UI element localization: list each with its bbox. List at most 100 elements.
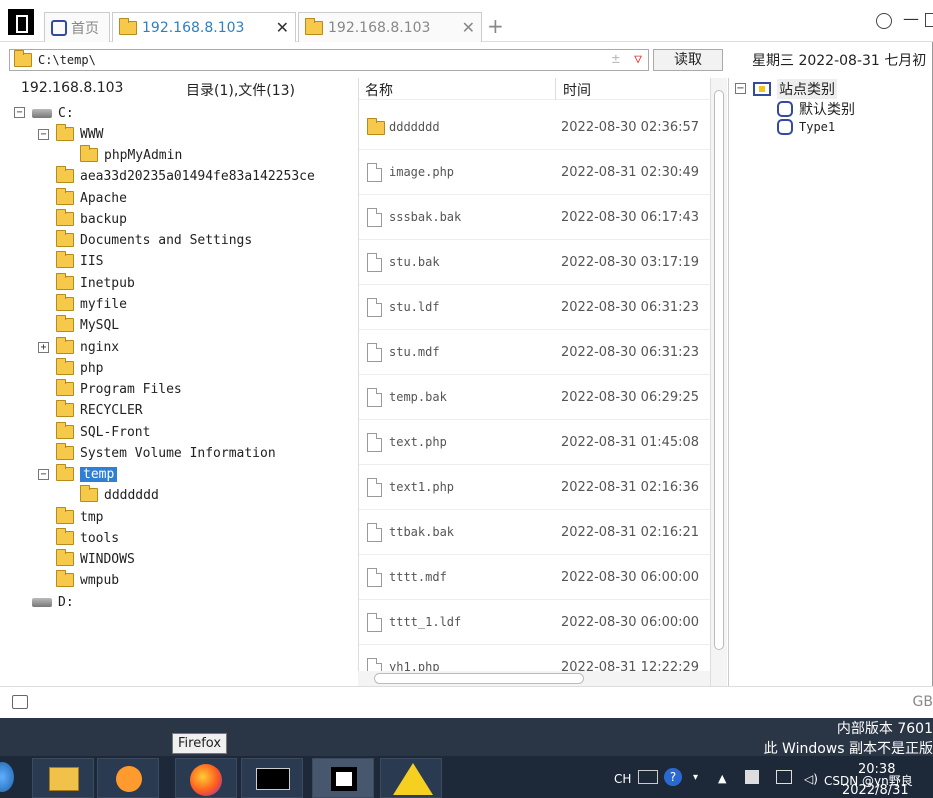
- chevron-up-icon[interactable]: ▲: [718, 772, 726, 785]
- add-tab-button[interactable]: +: [487, 14, 504, 38]
- chevron-down-icon[interactable]: ▽: [634, 52, 642, 67]
- file-row[interactable]: ddddddd 2022-08-30 02:36:57: [359, 105, 710, 150]
- category-icon: [753, 82, 771, 96]
- tree-item-windows[interactable]: WINDOWS: [56, 549, 135, 569]
- path-text: C:\temp\: [38, 53, 96, 67]
- file-row[interactable]: text.php 2022-08-31 01:45:08: [359, 420, 710, 465]
- minimize-button[interactable]: —: [903, 9, 919, 28]
- volume-icon[interactable]: ◁): [804, 772, 818, 786]
- tree-item-tmp[interactable]: tmp: [56, 507, 103, 527]
- window-icon[interactable]: [12, 695, 28, 709]
- folder-icon: [56, 507, 74, 524]
- tree-item-program-files[interactable]: Program Files: [56, 379, 182, 399]
- horizontal-scrollbar[interactable]: [358, 671, 710, 686]
- close-tab-icon[interactable]: ✕: [276, 18, 289, 37]
- tree-item-backup[interactable]: backup: [56, 209, 127, 229]
- tree-item-apache[interactable]: Apache: [56, 188, 127, 208]
- keyboard-icon[interactable]: [638, 770, 658, 784]
- category-type1[interactable]: Type1: [777, 119, 835, 135]
- collapse-icon[interactable]: −: [14, 107, 25, 118]
- vertical-scrollbar[interactable]: [710, 78, 727, 686]
- file-row[interactable]: tttt_1.ldf 2022-08-30 06:00:00: [359, 600, 710, 645]
- tree-item-documents[interactable]: Documents and Settings: [56, 230, 252, 250]
- file-icon: [367, 163, 382, 182]
- tree-item-inetpub[interactable]: Inetpub: [56, 273, 135, 293]
- tab-site-2[interactable]: 192.168.8.103 ✕: [298, 12, 482, 42]
- tree-item-label: aea33d20235a01494fe83a142253ce: [80, 168, 315, 184]
- tab-home[interactable]: 首页: [44, 12, 110, 42]
- tab-home-label: 首页: [71, 20, 99, 37]
- file-row[interactable]: stu.bak 2022-08-30 03:17:19: [359, 240, 710, 285]
- tree-item-label: RECYCLER: [80, 402, 143, 418]
- plus-minus-icon[interactable]: ±: [612, 51, 620, 67]
- maximize-button[interactable]: [925, 13, 933, 27]
- flag-icon[interactable]: [745, 770, 759, 784]
- category-root-label: 站点类别: [777, 79, 837, 99]
- tree-item-myfile[interactable]: myfile: [56, 294, 127, 314]
- path-input[interactable]: C:\temp\ ± ▽: [9, 49, 649, 71]
- folder-icon: [56, 294, 74, 311]
- app-taskbar-button[interactable]: [312, 758, 374, 798]
- category-root[interactable]: 站点类别: [753, 79, 837, 99]
- close-tab-icon[interactable]: ✕: [462, 18, 475, 37]
- tree-item-label: Program Files: [80, 381, 182, 397]
- tree-drive-d[interactable]: D:: [32, 592, 74, 612]
- clock-time[interactable]: 20:38: [858, 762, 895, 777]
- category-default[interactable]: 默认类别: [777, 99, 855, 119]
- read-button[interactable]: 读取: [653, 49, 723, 71]
- file-row[interactable]: stu.mdf 2022-08-30 06:31:23: [359, 330, 710, 375]
- file-row[interactable]: temp.bak 2022-08-30 06:29:25: [359, 375, 710, 420]
- tree-item-php[interactable]: php: [56, 358, 103, 378]
- folder-icon: [56, 570, 74, 587]
- tree-item-sql-front[interactable]: SQL-Front: [56, 422, 150, 442]
- help-icon[interactable]: ?: [664, 768, 682, 786]
- language-indicator[interactable]: CH: [614, 772, 631, 786]
- tree-item-aea[interactable]: aea33d20235a01494fe83a142253ce: [56, 166, 315, 186]
- collapse-icon[interactable]: −: [38, 129, 49, 140]
- column-name-header[interactable]: 名称: [365, 80, 393, 100]
- collapse-icon[interactable]: −: [735, 83, 746, 94]
- tree-item-temp[interactable]: temp: [56, 464, 118, 484]
- tree-item-www[interactable]: WWW: [56, 124, 103, 144]
- file-row[interactable]: sssbak.bak 2022-08-30 06:17:43: [359, 195, 710, 240]
- scroll-thumb[interactable]: [714, 90, 724, 650]
- start-icon[interactable]: [0, 762, 14, 792]
- file-name: sssbak.bak: [389, 210, 462, 224]
- file-row[interactable]: image.php 2022-08-31 02:30:49: [359, 150, 710, 195]
- explorer-taskbar-button[interactable]: [32, 758, 94, 798]
- file-row[interactable]: ttbak.bak 2022-08-31 02:16:21: [359, 510, 710, 555]
- chevron-down-icon[interactable]: ▾: [693, 772, 698, 783]
- file-name: tttt_1.ldf: [389, 615, 462, 629]
- media-taskbar-button[interactable]: [97, 758, 159, 798]
- tree-item-iis[interactable]: IIS: [56, 251, 103, 271]
- tree-item-recycler[interactable]: RECYCLER: [56, 400, 143, 420]
- file-row[interactable]: stu.ldf 2022-08-30 06:31:23: [359, 285, 710, 330]
- taskbar: [0, 756, 933, 798]
- tree-item-nginx[interactable]: nginx: [56, 337, 119, 357]
- warning-taskbar-button[interactable]: [380, 758, 442, 798]
- file-row[interactable]: tttt.mdf 2022-08-30 06:00:00: [359, 555, 710, 600]
- network-icon[interactable]: [776, 770, 792, 784]
- tree-item-mysql[interactable]: MySQL: [56, 315, 119, 335]
- column-time-header[interactable]: 时间: [563, 80, 591, 100]
- clock-date[interactable]: 2022/8/31: [842, 783, 909, 798]
- tab-site-active[interactable]: 192.168.8.103 ✕: [112, 12, 296, 42]
- firefox-taskbar-button[interactable]: [175, 758, 237, 798]
- scroll-thumb[interactable]: [374, 673, 584, 684]
- expand-icon[interactable]: +: [38, 342, 49, 353]
- tree-item-phpmyadmin[interactable]: phpMyAdmin: [80, 145, 182, 165]
- category-label: Type1: [799, 120, 836, 134]
- tree-header: 192.168.8.103 目录(1),文件(13): [0, 78, 358, 100]
- tree-item-wmpub[interactable]: wmpub: [56, 570, 119, 590]
- tree-item-tools[interactable]: tools: [56, 528, 119, 548]
- file-time: 2022-08-31 02:30:49: [561, 165, 700, 180]
- folder-icon: [56, 209, 74, 226]
- file-icon: [367, 478, 382, 497]
- pin-icon[interactable]: [876, 13, 892, 29]
- tree-drive-c[interactable]: C:: [32, 103, 74, 123]
- file-row[interactable]: text1.php 2022-08-31 02:16:36: [359, 465, 710, 510]
- cmd-taskbar-button[interactable]: [241, 758, 303, 798]
- collapse-icon[interactable]: −: [38, 469, 49, 480]
- tree-item-ddddddd[interactable]: ddddddd: [80, 485, 159, 505]
- tree-item-svi[interactable]: System Volume Information: [56, 443, 276, 463]
